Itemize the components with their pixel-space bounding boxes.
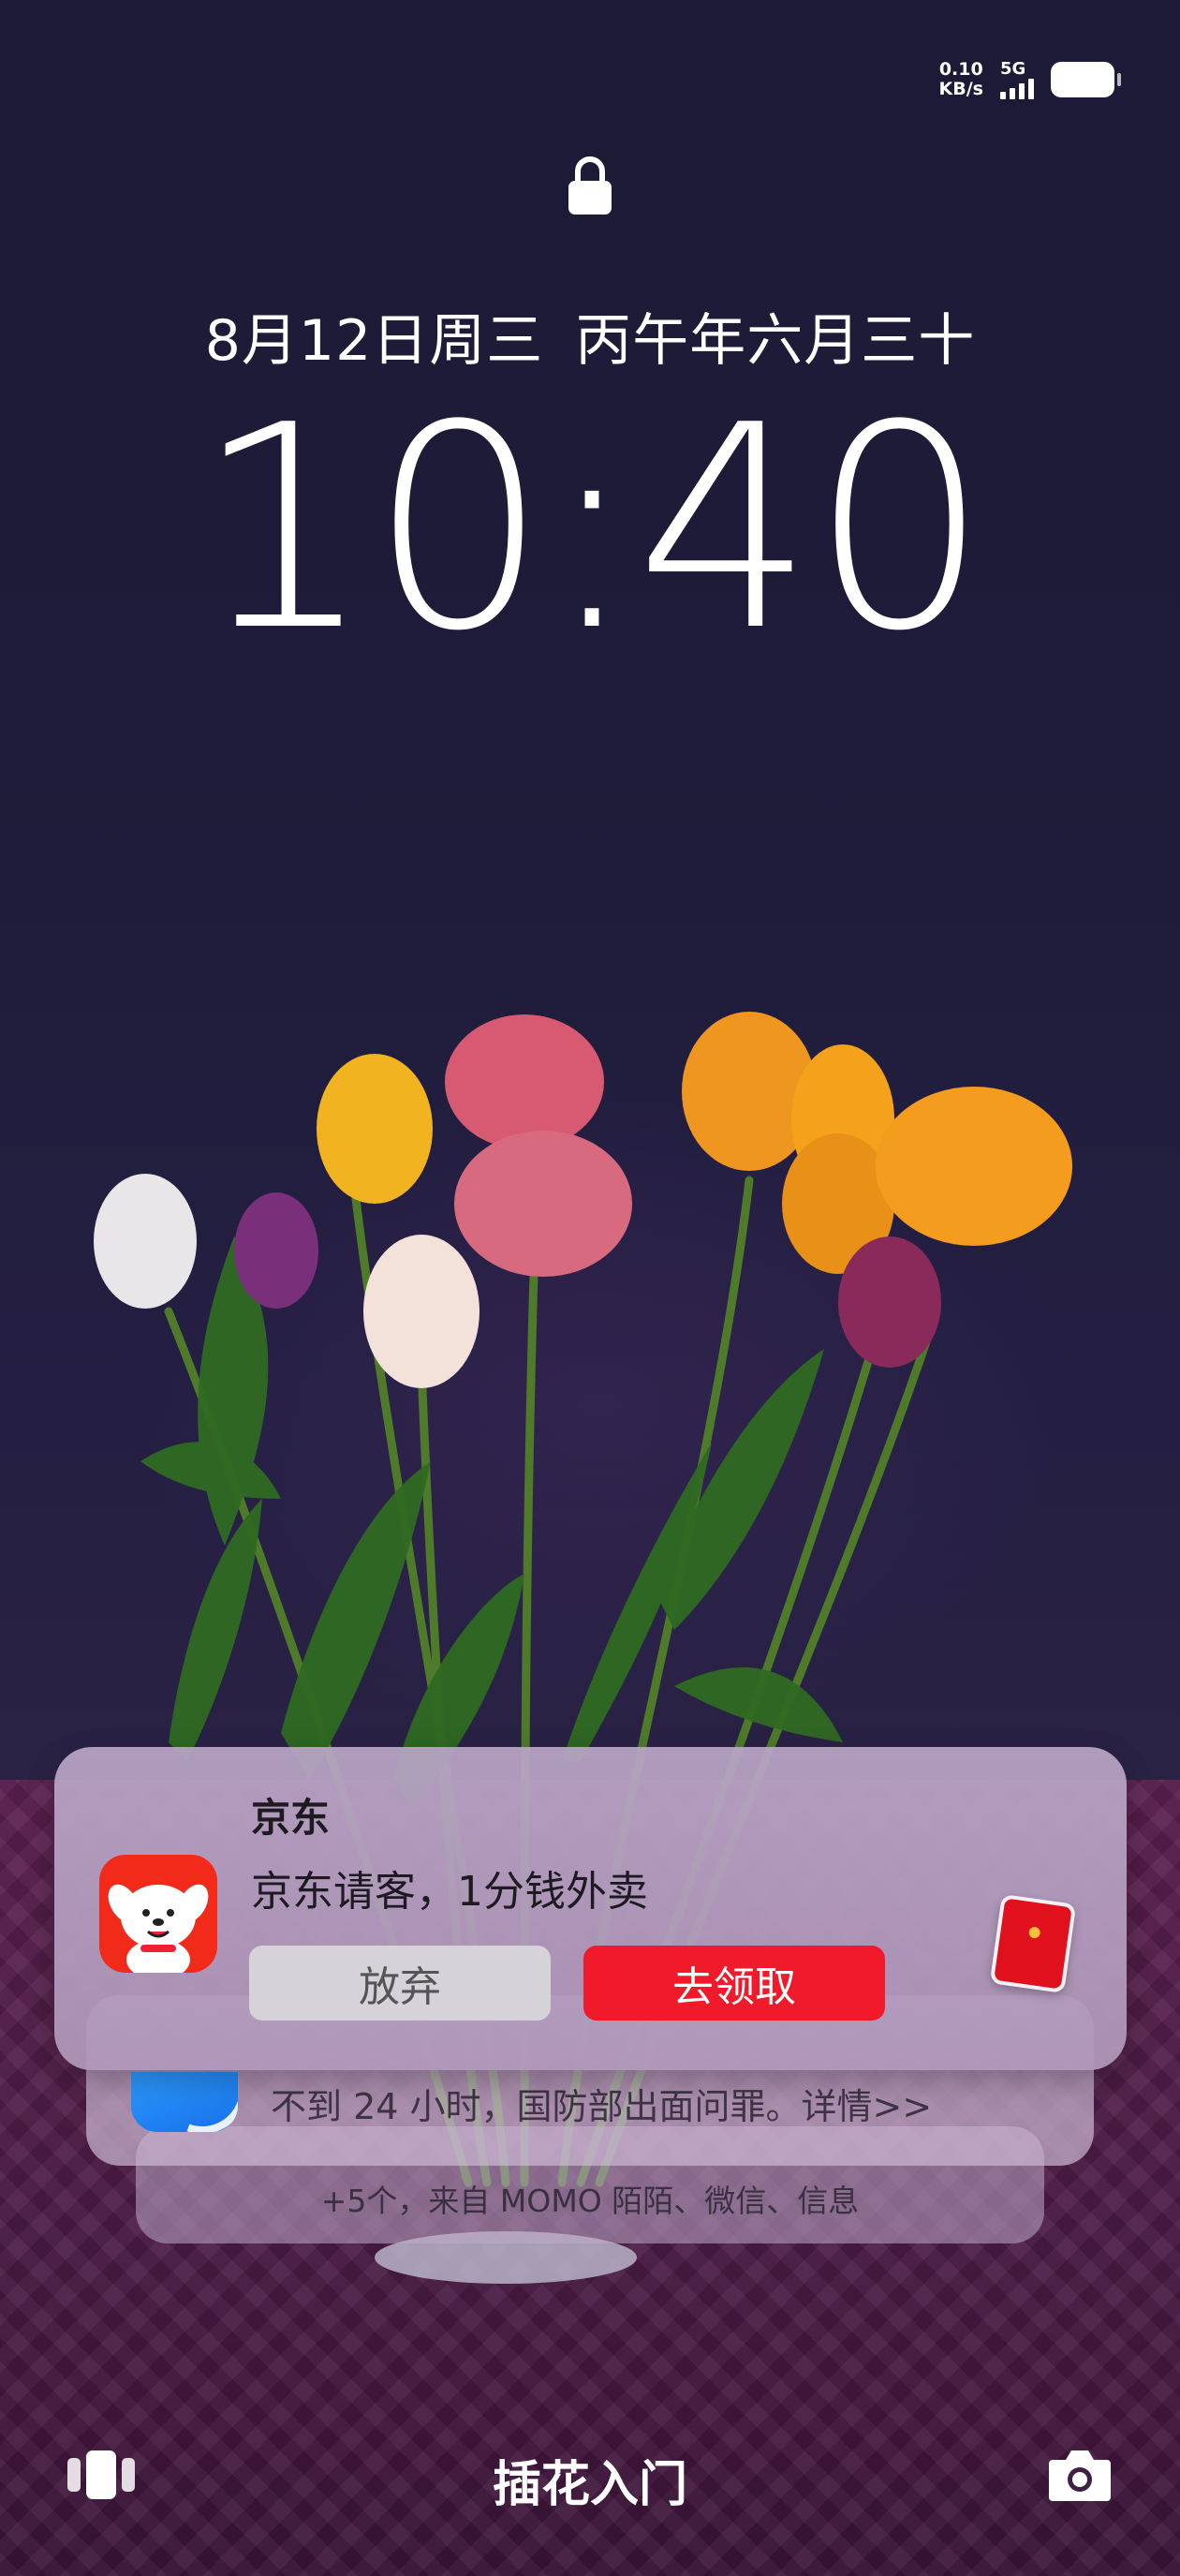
signal-type-label: 5G	[1000, 59, 1026, 79]
notification-message: 京东请客，1分钱外卖	[251, 1868, 648, 1916]
red-envelope-icon	[989, 1893, 1077, 1994]
status-bar: 0.10 KB/s 5G	[939, 56, 1121, 103]
lock-icon	[568, 156, 612, 215]
network-speed-value: 0.10	[938, 59, 983, 80]
clock-time: 10:40	[194, 365, 990, 692]
cellular-signal: 5G	[1000, 60, 1034, 99]
notification-news-text: 不到 24 小时，国防部出面问罪。详情>>	[271, 2086, 933, 2127]
lunar-date-text: 丙午年六月三十	[575, 308, 976, 374]
network-speed: 0.10 KB/s	[939, 60, 983, 99]
jd-dog-icon	[99, 1855, 217, 1973]
network-speed-unit: KB/s	[938, 79, 983, 99]
date-text: 8月12日周三	[204, 308, 544, 374]
date-line: 8月12日周三 丙午年六月三十	[0, 295, 1180, 377]
signal-bars-icon	[1000, 79, 1034, 99]
battery-full-icon	[1051, 62, 1121, 97]
claim-button[interactable]: 去领取	[583, 1946, 885, 2021]
news-app-icon	[131, 2072, 238, 2132]
notification-summary-text: +5个，来自 MOMO 陌陌、微信、信息	[320, 2183, 860, 2219]
notification-card-jd[interactable]: 京东 京东请客，1分钱外卖 放弃 去领取	[54, 1747, 1127, 2070]
dismiss-button[interactable]: 放弃	[249, 1946, 551, 2021]
wallpaper-title[interactable]: 插花入门	[0, 2445, 1180, 2515]
camera-icon[interactable]	[1047, 2447, 1113, 2503]
notification-app-name: 京东	[251, 1795, 331, 1841]
